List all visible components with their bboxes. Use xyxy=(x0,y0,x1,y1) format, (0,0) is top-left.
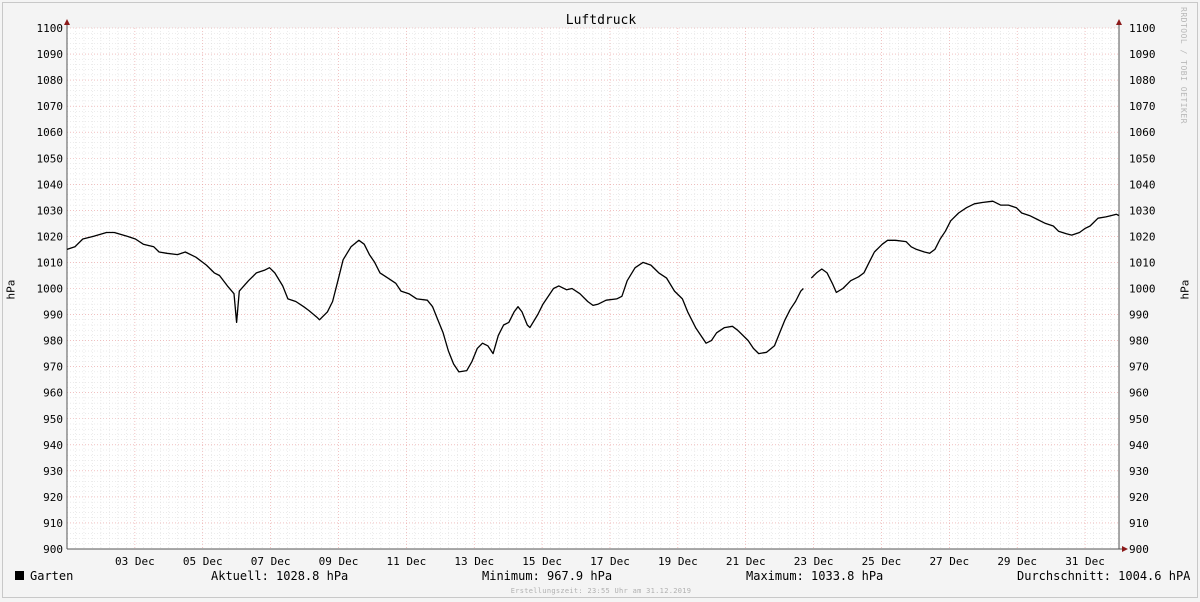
legend-series-name: Garten xyxy=(30,569,74,583)
y-tick-label: 970 xyxy=(1129,361,1149,374)
x-tick-label: 05 Dec xyxy=(183,555,223,568)
y-tick-label: 1030 xyxy=(37,204,64,217)
y-tick-label: 940 xyxy=(43,439,63,452)
x-tick-label: 13 Dec xyxy=(454,555,494,568)
legend-maximum: Maximum: 1033.8 hPa xyxy=(746,569,884,583)
y-tick-label: 1090 xyxy=(1129,48,1156,61)
y-tick-labels-left: 900 910 920 930 940 950 960 970 980 990 1000 1010 10… xyxy=(37,22,64,556)
y-tick-label: 1060 xyxy=(1129,126,1156,139)
chart-svg: 900 910 920 930 940 950 960 970 980 990 1000 1010 10… xyxy=(37,13,1156,568)
y-tick-label: 910 xyxy=(43,517,63,530)
y-tick-label: 1030 xyxy=(1129,204,1156,217)
y-tick-label: 950 xyxy=(1129,413,1149,426)
y-tick-label: 990 xyxy=(1129,309,1149,322)
y-tick-label: 1020 xyxy=(37,230,64,243)
y-tick-label: 910 xyxy=(1129,517,1149,530)
y-tick-label: 1040 xyxy=(37,178,64,191)
y-tick-label: 930 xyxy=(1129,465,1149,478)
x-tick-label: 25 Dec xyxy=(862,555,902,568)
x-tick-labels: 03 Dec 05 Dec 07 Dec 09 Dec 11 Dec 13 Dec 15 D… xyxy=(115,555,1105,568)
y-tick-label: 1010 xyxy=(1129,256,1156,269)
legend-durchschnitt: Durchschnitt: 1004.6 hPA xyxy=(1017,569,1191,583)
y-tick-label: 990 xyxy=(43,309,63,322)
legend: Garten Aktuell: 1028.8 hPa Minimum: 967.… xyxy=(3,569,1199,587)
y-tick-label: 1090 xyxy=(37,48,64,61)
x-tick-label: 27 Dec xyxy=(929,555,969,568)
y-tick-label: 930 xyxy=(43,465,63,478)
legend-aktuell: Aktuell: 1028.8 hPa xyxy=(211,569,349,583)
y-tick-label: 970 xyxy=(43,361,63,374)
x-tick-label: 17 Dec xyxy=(590,555,630,568)
y-tick-label: 1060 xyxy=(37,126,64,139)
y-tick-label: 1100 xyxy=(37,22,64,35)
y-tick-label: 950 xyxy=(43,413,63,426)
y-tick-label: 980 xyxy=(1129,335,1149,348)
watermark: RRDTOOL / TOBI OETIKER xyxy=(1179,7,1188,124)
y-tick-label: 960 xyxy=(1129,387,1149,400)
x-tick-label: 15 Dec xyxy=(522,555,562,568)
y-tick-label: 1020 xyxy=(1129,230,1156,243)
y-tick-label: 920 xyxy=(1129,491,1149,504)
y-tick-label: 980 xyxy=(43,335,63,348)
y-tick-label: 1000 xyxy=(1129,283,1156,296)
x-tick-label: 23 Dec xyxy=(794,555,834,568)
y-axis-label-left: hPa xyxy=(4,279,18,300)
x-tick-label: 21 Dec xyxy=(726,555,766,568)
y-tick-label: 1040 xyxy=(1129,178,1156,191)
y-tick-label: 1080 xyxy=(37,74,64,87)
y-tick-label: 900 xyxy=(1129,543,1149,556)
y-tick-labels-right: 900 910 920 930 940 950 960 970 980 990 1000 1010 10… xyxy=(1129,22,1156,556)
x-axis-arrow xyxy=(1122,546,1128,552)
legend-swatch xyxy=(15,571,24,580)
y-tick-label: 1080 xyxy=(1129,74,1156,87)
legend-series: Garten xyxy=(15,569,73,583)
y-tick-label: 960 xyxy=(43,387,63,400)
y-tick-label: 1070 xyxy=(1129,100,1156,113)
y-tick-label: 1010 xyxy=(37,256,64,269)
y-axis-arrow-right xyxy=(1116,19,1122,25)
legend-minimum: Minimum: 967.9 hPa xyxy=(482,569,613,583)
x-tick-label: 07 Dec xyxy=(251,555,291,568)
y-tick-label: 1000 xyxy=(37,283,64,296)
x-tick-label: 19 Dec xyxy=(658,555,698,568)
x-tick-label: 31 Dec xyxy=(1065,555,1105,568)
y-tick-label: 940 xyxy=(1129,439,1149,452)
y-tick-label: 900 xyxy=(43,543,63,556)
x-tick-label: 11 Dec xyxy=(386,555,426,568)
chart-title: Luftdruck xyxy=(566,13,637,28)
x-tick-label: 29 Dec xyxy=(997,555,1037,568)
x-tick-label: 09 Dec xyxy=(319,555,359,568)
y-axis-arrow-left xyxy=(64,19,70,25)
y-tick-label: 1050 xyxy=(37,152,64,165)
y-axis-label-right: hPa xyxy=(1178,279,1192,300)
x-tick-label: 03 Dec xyxy=(115,555,155,568)
y-tick-label: 1050 xyxy=(1129,152,1156,165)
y-tick-label: 1100 xyxy=(1129,22,1156,35)
y-tick-label: 920 xyxy=(43,491,63,504)
y-tick-label: 1070 xyxy=(37,100,64,113)
footer-timestamp: Erstellungszeit: 23:55 Uhr am 31.12.2019 xyxy=(510,587,692,595)
chart-canvas: 900 910 920 930 940 950 960 970 980 990 1000 1010 10… xyxy=(2,2,1198,598)
